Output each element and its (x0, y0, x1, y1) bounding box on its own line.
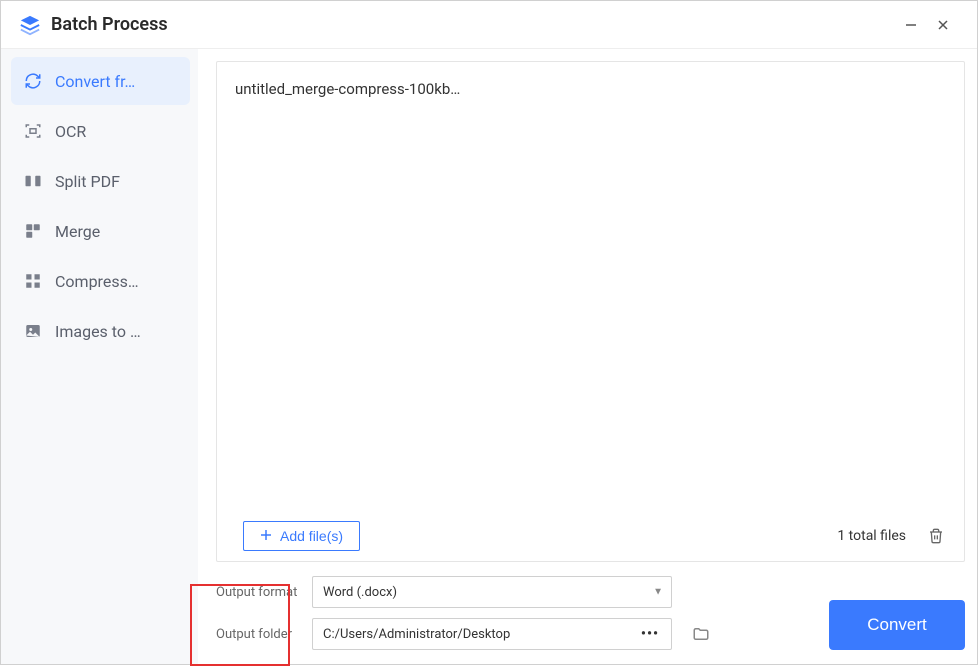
sidebar-item-label: Convert fr… (55, 72, 135, 91)
minimize-button[interactable] (895, 9, 927, 41)
close-button[interactable] (927, 9, 959, 41)
sidebar-item-label: Merge (55, 222, 100, 241)
convert-label: Convert (867, 615, 927, 635)
sidebar-item-ocr[interactable]: OCR (11, 107, 190, 155)
compress-icon (23, 271, 43, 291)
browse-folder-button[interactable] (690, 623, 712, 645)
output-format-label: Output format (216, 585, 300, 600)
sidebar-item-label: Compress… (55, 272, 139, 291)
file-row[interactable]: untitled_merge-compress-100kb… (235, 80, 946, 98)
app-window: Batch Process Convert fr… (0, 0, 978, 665)
sidebar-item-images[interactable]: Images to … (11, 307, 190, 355)
add-files-button[interactable]: Add file(s) (243, 521, 360, 551)
sidebar-item-label: Split PDF (55, 172, 120, 191)
output-folder-input[interactable]: C:/Users/Administrator/Desktop ••• (312, 618, 672, 650)
image-icon (23, 321, 43, 341)
sidebar-item-split[interactable]: Split PDF (11, 157, 190, 205)
chevron-down-icon: ▼ (653, 587, 663, 598)
convert-button[interactable]: Convert (829, 600, 965, 650)
file-list: untitled_merge-compress-100kb… (217, 62, 964, 515)
file-actions-bar: Add file(s) 1 total files (217, 515, 964, 561)
output-format-row: Output format Word (.docx) ▼ (216, 576, 811, 608)
output-format-select[interactable]: Word (.docx) ▼ (312, 576, 672, 608)
more-icon[interactable]: ••• (635, 626, 665, 642)
app-logo-icon (19, 14, 41, 36)
settings-bar: Output format Word (.docx) ▼ Output fold… (216, 576, 965, 650)
delete-button[interactable] (926, 526, 946, 546)
sidebar-item-compress[interactable]: Compress… (11, 257, 190, 305)
title-bar: Batch Process (1, 1, 977, 49)
output-format-value: Word (.docx) (323, 585, 397, 600)
plus-icon (260, 528, 272, 544)
output-folder-row: Output folder C:/Users/Administrator/Des… (216, 618, 811, 650)
output-folder-value: C:/Users/Administrator/Desktop (323, 627, 635, 642)
main-panel: untitled_merge-compress-100kb… Add file(… (198, 49, 977, 664)
file-list-pane: untitled_merge-compress-100kb… Add file(… (216, 61, 965, 562)
sidebar-item-convert[interactable]: Convert fr… (11, 57, 190, 105)
window-title: Batch Process (51, 14, 168, 35)
ocr-icon (23, 121, 43, 141)
sidebar-item-label: Images to … (55, 322, 141, 341)
refresh-icon (23, 71, 43, 91)
add-files-label: Add file(s) (280, 528, 343, 544)
total-files-label: 1 total files (837, 528, 906, 544)
sidebar: Convert fr… OCR Split PDF (1, 49, 198, 664)
output-folder-label: Output folder (216, 627, 300, 642)
sidebar-item-label: OCR (55, 122, 86, 141)
sidebar-item-merge[interactable]: Merge (11, 207, 190, 255)
merge-icon (23, 221, 43, 241)
split-icon (23, 171, 43, 191)
